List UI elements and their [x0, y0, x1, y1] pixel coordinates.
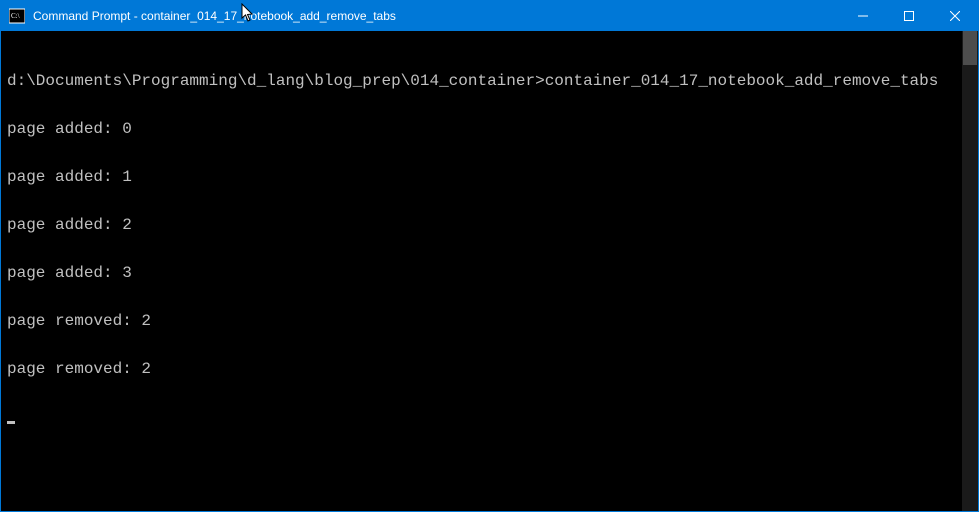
maximize-button[interactable]: [886, 1, 932, 31]
output-line: page added: 3: [7, 265, 956, 281]
text-cursor-icon: [7, 421, 15, 424]
prompt-path: d:\Documents\Programming\d_lang\blog_pre…: [7, 72, 545, 90]
output-line: page added: 1: [7, 169, 956, 185]
prompt-line: d:\Documents\Programming\d_lang\blog_pre…: [7, 73, 956, 89]
close-button[interactable]: [932, 1, 978, 31]
scrollbar-thumb[interactable]: [963, 31, 977, 65]
console-output[interactable]: d:\Documents\Programming\d_lang\blog_pre…: [1, 31, 962, 511]
command-text: container_014_17_notebook_add_remove_tab…: [545, 72, 939, 90]
output-line: page added: 2: [7, 217, 956, 233]
vertical-scrollbar[interactable]: [962, 31, 978, 511]
output-line: page removed: 2: [7, 361, 956, 377]
output-line: page removed: 2: [7, 313, 956, 329]
window-controls: [840, 1, 978, 31]
svg-text:C:\: C:\: [11, 12, 20, 20]
minimize-button[interactable]: [840, 1, 886, 31]
cursor-line: [7, 409, 956, 425]
client-area: d:\Documents\Programming\d_lang\blog_pre…: [1, 31, 978, 511]
app-icon: C:\: [9, 8, 25, 24]
command-prompt-window: C:\ Command Prompt - container_014_17_no…: [0, 0, 979, 512]
output-line: page added: 0: [7, 121, 956, 137]
window-title: Command Prompt - container_014_17_notebo…: [31, 9, 840, 23]
titlebar[interactable]: C:\ Command Prompt - container_014_17_no…: [1, 1, 978, 31]
